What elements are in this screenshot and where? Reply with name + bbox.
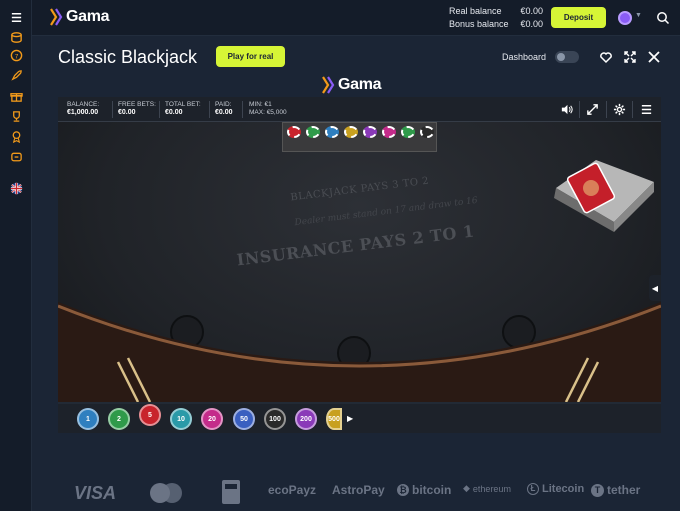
chip-10[interactable]: 10 [170,408,192,430]
hud-divider [579,101,580,118]
payment-tether: Ttether [591,483,640,497]
slot-icon[interactable]: 7 [8,48,24,62]
chip-100[interactable]: 100 [264,408,286,430]
tether-icon: T [591,483,604,497]
dealer-chip-rack [282,122,437,152]
sidebar: 7 [0,0,32,511]
real-balance-value: €0.00 [520,6,543,16]
bonus-balance-label: Bonus balance [449,19,509,29]
hud-divider [112,101,113,118]
rack-chip [344,126,358,138]
blackjack-table: BLACKJACK PAYS 3 TO 2 Dealer must stand … [58,122,661,402]
game-brand-name: Gama [338,76,382,93]
payment-ethereum: ◆ ethereum [463,483,511,494]
menu-icon[interactable] [8,10,24,24]
hud-divider [242,101,243,118]
badge-icon[interactable] [8,129,24,143]
payment-ecopayz: ecoPayz [268,483,317,497]
hud-divider [632,101,633,118]
mastercard-icon [150,483,182,503]
hamburger-menu-icon[interactable] [640,103,653,116]
side-panel-toggle[interactable]: ◀ [649,275,661,301]
rack-chip [401,126,415,138]
hud-paid: PAID: €0.00 [215,101,233,116]
hud-divider [606,101,607,118]
gama-logo-icon [322,76,335,94]
ethereum-icon: ◆ [463,483,470,493]
wallet-card-icon [222,480,240,504]
fullscreen-icon[interactable] [623,50,637,64]
close-icon[interactable] [647,50,661,64]
chip-selector: 1 2 5 10 20 50 100 200 500 ▶ [58,404,661,433]
brand-name: Gama [66,8,110,25]
felt-blackjack-pays: BLACKJACK PAYS 3 TO 2 [289,175,430,204]
top-bar: Gama Real balance €0.00 Bonus balance €0.0… [32,0,680,36]
rack-chip [363,126,377,138]
deposit-button[interactable]: Deposit [551,7,606,28]
hud-balance: BALANCE: €1,000.00 [67,101,100,116]
bitcoin-icon: ₿ [397,484,409,496]
brand-logo[interactable]: Gama [50,8,110,26]
settings-gear-icon[interactable] [613,103,626,116]
dashboard-toggle[interactable] [555,51,579,63]
chip-2[interactable]: 2 [108,408,130,430]
avatar[interactable] [618,11,632,25]
chip-50[interactable]: 50 [233,408,255,430]
game-frame[interactable]: BALANCE: €1,000.00 FREE BETS: €0.00 TOTAL … [58,97,661,433]
uk-flag-icon[interactable] [8,181,24,195]
sound-icon[interactable] [560,103,573,116]
chip-200[interactable]: 200 [295,408,317,430]
hud-divider [209,101,210,118]
search-icon[interactable] [656,11,670,25]
gift-icon[interactable] [8,89,24,103]
chip-500[interactable]: 500 [326,408,342,430]
chevron-down-icon[interactable]: ▼ [635,12,642,19]
rack-chip [325,126,339,138]
hud-limits: MIN: €1 MAX: €5,000 [249,101,287,116]
svg-text:7: 7 [14,53,18,60]
dashboard-label: Dashboard [502,52,547,62]
heart-icon[interactable] [599,50,613,64]
chat-icon[interactable] [8,150,24,164]
payment-astropay: AstroPay [332,483,385,497]
game-provider-logo: Gama [322,76,382,94]
game-hud: BALANCE: €1,000.00 FREE BETS: €0.00 TOTAL … [58,97,661,122]
table-rail [58,302,661,402]
rack-chip [306,126,320,138]
rack-chip [287,126,301,138]
litecoin-icon: Ł [527,483,539,495]
expand-icon[interactable] [586,103,599,116]
rack-chip [382,126,396,138]
chip-5-selected[interactable]: 5 [139,404,161,426]
chip-20[interactable]: 20 [201,408,223,430]
gama-logo-icon [50,8,63,26]
rocket-icon[interactable] [8,68,24,82]
chip-1[interactable]: 1 [77,408,99,430]
play-for-real-button[interactable]: Play for real [216,46,285,67]
felt-insurance-pays: INSURANCE PAYS 2 TO 1 [235,221,476,270]
bonus-balance-value: €0.00 [520,19,543,29]
rack-chip [420,126,434,138]
real-balance-label: Real balance [449,6,502,16]
trophy-icon[interactable] [8,109,24,123]
page-title: Classic Blackjack [58,47,198,67]
hud-free-bets: FREE BETS: €0.00 [118,101,156,116]
hud-total-bet: TOTAL BET: €0.00 [165,101,201,116]
chevron-right-icon[interactable]: ▶ [347,414,353,423]
payment-litecoin: Ł Litecoin [527,483,584,495]
balance-panel: Real balance €0.00 Bonus balance €0.00 [449,5,543,31]
payment-bitcoin: ₿ bitcoin [397,483,451,497]
hud-divider [159,101,160,118]
payment-visa: VISA [74,483,117,503]
coins-icon[interactable] [8,30,24,44]
card-shoe [554,160,654,232]
